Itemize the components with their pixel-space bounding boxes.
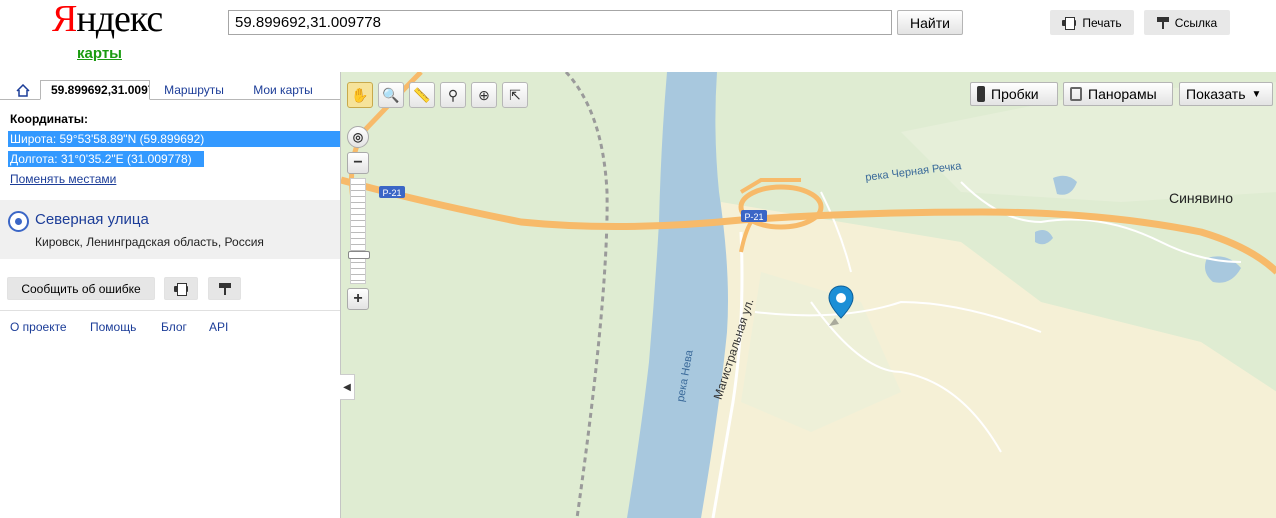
header: Яндекс карты Найти Печать Ссылка bbox=[0, 0, 1276, 72]
locate-button[interactable]: ◎ bbox=[347, 126, 369, 148]
zoom-out-button[interactable]: − bbox=[347, 152, 369, 174]
zoom-control: ◎ − + bbox=[347, 126, 370, 310]
footer-link-help[interactable]: Помощь bbox=[90, 320, 136, 334]
tab-coordinates[interactable]: 59.899692,31.009778 bbox=[40, 80, 150, 100]
sidebar-print-button[interactable] bbox=[164, 277, 198, 300]
ruler-icon: 📏 bbox=[413, 86, 431, 103]
ruler-tool[interactable]: 📏 bbox=[409, 82, 435, 108]
maps-link[interactable]: карты bbox=[77, 45, 122, 62]
route-tool[interactable]: ⚲ bbox=[440, 82, 466, 108]
collapse-panel-button[interactable]: ◀ bbox=[340, 374, 355, 400]
latitude-line: Широта: 59°53'58.89"N (59.899692) bbox=[8, 131, 340, 147]
footer-link-about[interactable]: О проекте bbox=[10, 320, 67, 334]
yandex-logo[interactable]: Яндекс bbox=[52, 0, 163, 38]
map-view[interactable]: Р-21 Р-21 Синявино река Черная Речка рек… bbox=[340, 72, 1276, 518]
compass-icon: ◎ bbox=[352, 130, 364, 144]
chevron-down-icon: ▼ bbox=[1251, 88, 1262, 100]
zoom-thumb[interactable] bbox=[348, 251, 370, 259]
hand-icon: ✋ bbox=[351, 86, 369, 103]
placemark-icon: ⊕ bbox=[478, 86, 490, 103]
search-input[interactable] bbox=[228, 10, 892, 35]
result-radio[interactable] bbox=[8, 211, 29, 232]
what-here-tool[interactable]: ⇱ bbox=[502, 82, 528, 108]
home-icon bbox=[16, 83, 30, 97]
printer-icon bbox=[174, 283, 188, 296]
longitude-line: Долгота: 31°0'35.2"E (31.009778) bbox=[8, 151, 204, 167]
magnifier-icon: 🔍 bbox=[382, 86, 400, 103]
printer-icon bbox=[1062, 17, 1077, 30]
link-icon bbox=[1156, 16, 1169, 29]
panorama-label: Панорамы bbox=[1088, 86, 1157, 102]
zoom-area-tool[interactable]: 🔍 bbox=[378, 82, 404, 108]
print-button[interactable]: Печать bbox=[1050, 10, 1134, 35]
sidebar-tabs: 59.899692,31.009778 Маршруты Мои карты bbox=[0, 80, 340, 100]
traffic-label: Пробки bbox=[991, 86, 1039, 102]
minus-icon: − bbox=[353, 154, 363, 171]
traffic-button[interactable]: Пробки bbox=[970, 82, 1058, 106]
label-sinyavino: Синявино bbox=[1169, 190, 1234, 206]
print-label: Печать bbox=[1082, 15, 1122, 30]
panorama-button[interactable]: Панорамы bbox=[1063, 82, 1173, 106]
show-label: Показать bbox=[1186, 86, 1246, 102]
link-icon bbox=[218, 282, 231, 295]
panorama-icon bbox=[1070, 87, 1082, 101]
cursor-question-icon: ⇱ bbox=[509, 86, 521, 103]
sidebar: 59.899692,31.009778 Маршруты Мои карты К… bbox=[0, 72, 340, 518]
location-marker-icon[interactable] bbox=[827, 284, 857, 328]
link-label: Ссылка bbox=[1174, 15, 1218, 30]
link-button[interactable]: Ссылка bbox=[1144, 10, 1230, 35]
svg-text:Р-21: Р-21 bbox=[744, 212, 763, 222]
add-placemark-tool[interactable]: ⊕ bbox=[471, 82, 497, 108]
zoom-in-button[interactable]: + bbox=[347, 288, 369, 310]
tab-my-maps[interactable]: Мои карты bbox=[245, 80, 321, 100]
footer-link-api[interactable]: API bbox=[209, 320, 228, 334]
tab-routes[interactable]: Маршруты bbox=[156, 80, 232, 100]
footer-link-blog[interactable]: Блог bbox=[161, 320, 187, 334]
sidebar-link-button[interactable] bbox=[208, 277, 241, 300]
coordinates-title: Координаты: bbox=[10, 112, 89, 126]
traffic-light-icon bbox=[977, 86, 985, 102]
plus-icon: + bbox=[353, 290, 363, 307]
map-canvas: Р-21 Р-21 bbox=[341, 72, 1276, 518]
hand-tool[interactable]: ✋ bbox=[347, 82, 373, 108]
swap-link[interactable]: Поменять местами bbox=[10, 172, 116, 186]
result-title[interactable]: Северная улица bbox=[35, 211, 149, 228]
show-layers-button[interactable]: Показать ▼ bbox=[1179, 82, 1273, 106]
find-button[interactable]: Найти bbox=[897, 10, 963, 35]
svg-text:Р-21: Р-21 bbox=[382, 188, 401, 198]
zoom-slider[interactable] bbox=[348, 178, 370, 284]
divider bbox=[0, 310, 340, 311]
result-subtitle: Кировск, Ленинградская область, Россия bbox=[35, 235, 264, 249]
report-error-button[interactable]: Сообщить об ошибке bbox=[7, 277, 155, 300]
tab-home[interactable] bbox=[8, 80, 38, 100]
route-icon: ⚲ bbox=[447, 86, 459, 103]
search-result[interactable]: Северная улица Кировск, Ленинградская об… bbox=[0, 200, 340, 259]
